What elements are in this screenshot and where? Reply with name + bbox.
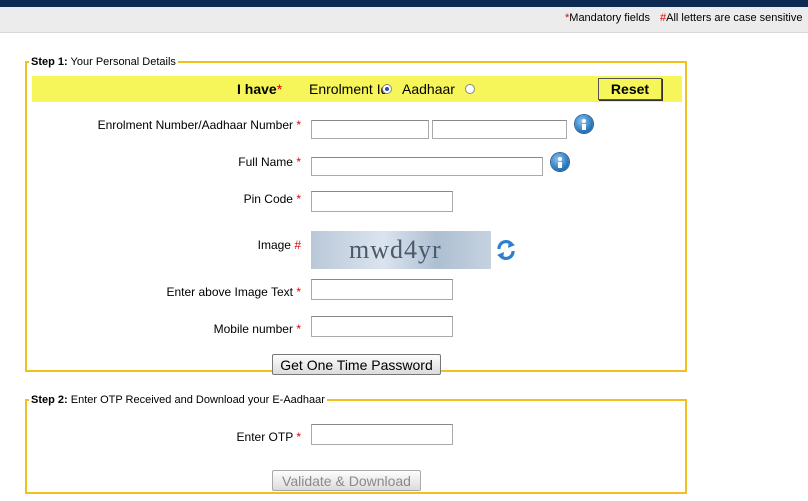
aadhaar-radio[interactable] [465,84,475,94]
pin-code-label: Pin Code * [243,192,301,206]
image-text-label: Enter above Image Text * [166,285,301,299]
id-type-bar: I have* Enrolment Id Aadhaar Reset [32,76,682,102]
case-sensitive-note: #All letters are case sensitive [660,12,803,24]
enrolment-number-input-1[interactable] [311,120,429,139]
image-label: Image # [257,238,301,252]
full-name-label: Full Name * [238,155,301,169]
notice-bar: *Mandatory fields #All letters are case … [0,7,808,33]
full-name-input[interactable] [311,157,543,176]
info-icon[interactable] [575,115,593,133]
reset-button[interactable]: Reset [598,78,662,100]
enrolment-id-radio[interactable] [382,84,392,94]
otp-label: Enter OTP * [236,430,301,444]
validate-download-button[interactable]: Validate & Download [272,470,421,491]
info-icon[interactable] [551,153,569,171]
enrolment-id-label: Enrolment Id [309,81,389,97]
step2-legend: Step 2: Enter OTP Received and Download … [31,394,325,406]
enrolment-number-input-2[interactable] [432,120,567,139]
mobile-number-label: Mobile number * [213,322,301,336]
captcha-image: mwd4yr [311,231,491,269]
step1-fieldset: Step 1: Your Personal Details I have* En… [25,56,687,375]
mandatory-note: *Mandatory fields [565,12,650,24]
step1-legend: Step 1: Your Personal Details [31,56,176,68]
mobile-number-input[interactable] [311,316,453,337]
image-text-input[interactable] [311,279,453,300]
aadhaar-label: Aadhaar [402,81,455,97]
i-have-label: I have* [237,81,283,97]
otp-input[interactable] [311,424,453,445]
refresh-captcha-icon[interactable] [495,238,517,262]
pin-code-input[interactable] [311,191,453,212]
step2-fieldset: Step 2: Enter OTP Received and Download … [25,394,687,494]
get-otp-button[interactable]: Get One Time Password [272,354,441,375]
enrolment-number-label: Enrolment Number/Aadhaar Number * [97,118,301,132]
top-banner [0,0,808,7]
